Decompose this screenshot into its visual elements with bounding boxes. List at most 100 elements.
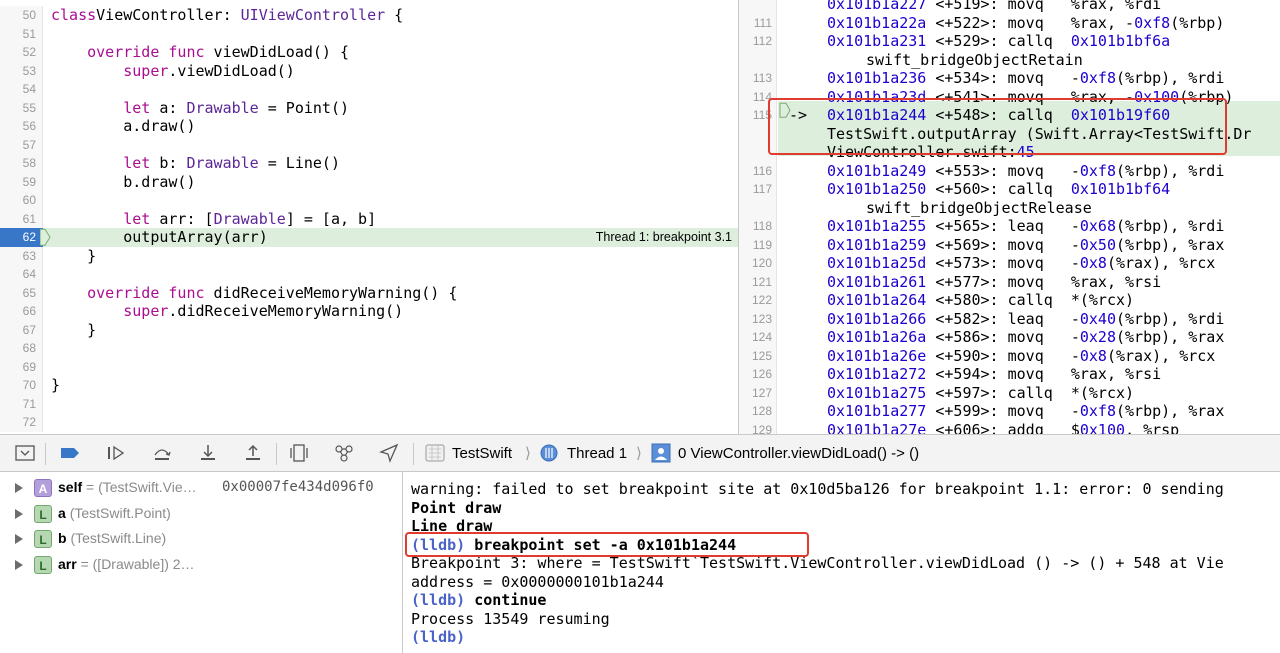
code-line[interactable]: 55 let a: Drawable = Point() [0, 98, 738, 117]
disassembly-line[interactable]: 112 0x101b1a231 <+529>: callq 0x101b1bf6a [739, 32, 1280, 51]
line-number[interactable]: 62 [0, 228, 43, 247]
breadcrumb-target[interactable]: TestSwift [452, 435, 512, 473]
line-number[interactable]: 64 [0, 265, 43, 284]
breadcrumb-frame[interactable]: 0 ViewController.viewDidLoad() -> () [678, 435, 919, 473]
line-number[interactable] [739, 50, 777, 69]
source-editor[interactable]: 50 classViewController: UIViewController … [0, 0, 738, 434]
view-debugger-icon[interactable] [288, 443, 310, 463]
line-number[interactable]: 71 [0, 394, 43, 413]
code-line[interactable]: 67 } [0, 320, 738, 339]
code-line[interactable]: 51 [0, 24, 738, 43]
line-number[interactable]: 111 [739, 13, 777, 32]
line-number[interactable]: 125 [739, 346, 777, 365]
disclosure-triangle-icon[interactable] [15, 483, 23, 493]
code-line[interactable]: 63 } [0, 246, 738, 265]
line-number[interactable]: 123 [739, 309, 777, 328]
disassembly-line[interactable]: 113 0x101b1a236 <+534>: movq -0xf8(%rbp),… [739, 69, 1280, 88]
hide-debug-area-icon[interactable] [14, 443, 36, 463]
disassembly-line[interactable]: 127 0x101b1a275 <+597>: callq *(%rcx) [739, 383, 1280, 402]
continue-icon[interactable] [105, 443, 127, 463]
breakpoint-icon[interactable] [40, 228, 52, 247]
location-icon[interactable] [378, 443, 400, 463]
line-number[interactable]: 116 [739, 161, 777, 180]
disassembly-view[interactable]: 0x101b1a227 <+519>: movq %rax, %rdi 111 0x… [739, 0, 1280, 434]
code-line[interactable]: 65 override func didReceiveMemoryWarning… [0, 283, 738, 302]
line-number[interactable]: 113 [739, 69, 777, 88]
console-output[interactable]: warning: failed to set breakpoint site a… [404, 472, 1280, 653]
disassembly-line[interactable]: 117 0x101b1a250 <+560>: callq 0x101b1bf64 [739, 180, 1280, 199]
step-into-icon[interactable] [197, 443, 219, 463]
line-number[interactable]: 126 [739, 365, 777, 384]
line-number[interactable]: 122 [739, 291, 777, 310]
disassembly-line[interactable]: 120 0x101b1a25d <+573>: movq -0x8(%rax), … [739, 254, 1280, 273]
disassembly-line[interactable]: 116 0x101b1a249 <+553>: movq -0xf8(%rbp),… [739, 161, 1280, 180]
code-line[interactable]: 50 classViewController: UIViewController … [0, 6, 738, 25]
disassembly-line[interactable]: 118 0x101b1a255 <+565>: leaq -0x68(%rbp),… [739, 217, 1280, 236]
line-number[interactable]: 66 [0, 302, 43, 321]
line-number[interactable]: 67 [0, 320, 43, 339]
variables-view[interactable]: Aself = (TestSwift.Vie… 0x00007fe434d096f… [0, 472, 403, 653]
line-number[interactable]: 70 [0, 376, 43, 395]
code-line[interactable]: 70} [0, 376, 738, 395]
step-over-icon[interactable] [151, 443, 173, 463]
disassembly-line[interactable]: 123 0x101b1a266 <+582>: leaq -0x40(%rbp),… [739, 309, 1280, 328]
line-number[interactable]: 124 [739, 328, 777, 347]
code-line[interactable]: 68 [0, 339, 738, 358]
disassembly-line[interactable]: 129 0x101b1a27e <+606>: addq $0x100, %rsp [739, 420, 1280, 434]
line-number[interactable]: 54 [0, 80, 43, 99]
disassembly-line[interactable]: 122 0x101b1a264 <+580>: callq *(%rcx) [739, 291, 1280, 310]
line-number[interactable]: 51 [0, 24, 43, 43]
code-line[interactable]: 69 [0, 357, 738, 376]
code-line[interactable]: 62 outputArray(arr) Thread 1: breakpoint … [0, 228, 738, 247]
code-line[interactable]: 72 [0, 413, 738, 432]
disassembly-line[interactable]: swift_bridgeObjectRetain [739, 50, 1280, 69]
code-line[interactable]: 64 [0, 265, 738, 284]
line-number[interactable]: 72 [0, 413, 43, 432]
code-line[interactable]: 57 [0, 135, 738, 154]
line-number[interactable]: 119 [739, 235, 777, 254]
code-line[interactable]: 54 [0, 80, 738, 99]
line-number[interactable]: 68 [0, 339, 43, 358]
disclosure-triangle-icon[interactable] [15, 508, 23, 519]
disclosure-triangle-icon[interactable] [15, 534, 23, 544]
breakpoints-toggle-icon[interactable] [59, 443, 81, 463]
line-number[interactable]: 121 [739, 272, 777, 291]
line-number[interactable]: 128 [739, 402, 777, 421]
line-number[interactable]: 118 [739, 217, 777, 236]
line-number[interactable]: 127 [739, 383, 777, 402]
line-number[interactable]: 120 [739, 254, 777, 273]
disassembly-line[interactable]: 126 0x101b1a272 <+594>: movq %rax, %rsi [739, 365, 1280, 384]
disassembly-line[interactable]: 121 0x101b1a261 <+577>: movq %rax, %rsi [739, 272, 1280, 291]
line-number[interactable] [739, 0, 777, 14]
line-number[interactable]: 65 [0, 283, 43, 302]
disassembly-line[interactable]: 111 0x101b1a22a <+522>: movq %rax, -0xf8(… [739, 13, 1280, 32]
line-number[interactable]: 129 [739, 420, 777, 434]
line-number[interactable]: 59 [0, 172, 43, 191]
disassembly-line[interactable]: 128 0x101b1a277 <+599>: movq -0xf8(%rbp),… [739, 402, 1280, 421]
line-number[interactable]: 63 [0, 246, 43, 265]
code-line[interactable]: 71 [0, 394, 738, 413]
disassembly-line[interactable]: 124 0x101b1a26a <+586>: movq -0x28(%rbp),… [739, 328, 1280, 347]
line-number[interactable]: 50 [0, 6, 43, 25]
variable-row[interactable]: Aself = (TestSwift.Vie… 0x00007fe434d096f… [0, 475, 403, 500]
memory-graph-icon[interactable] [333, 443, 355, 463]
line-number[interactable]: 56 [0, 117, 43, 136]
breadcrumb-thread[interactable]: Thread 1 [567, 435, 627, 473]
code-line[interactable]: 52 override func viewDidLoad() { [0, 43, 738, 62]
line-number[interactable]: 55 [0, 98, 43, 117]
code-line[interactable]: 60 [0, 191, 738, 210]
disassembly-line[interactable]: 125 0x101b1a26e <+590>: movq -0x8(%rax), … [739, 346, 1280, 365]
disassembly-line[interactable]: swift_bridgeObjectRelease [739, 198, 1280, 217]
code-line[interactable]: 56 a.draw() [0, 117, 738, 136]
line-number[interactable] [739, 198, 777, 217]
line-number[interactable]: 117 [739, 180, 777, 199]
variable-row[interactable]: Lb (TestSwift.Line) [0, 526, 403, 551]
line-number[interactable]: 69 [0, 357, 43, 376]
code-line[interactable]: 61 let arr: [Drawable] = [a, b] [0, 209, 738, 228]
step-out-icon[interactable] [242, 443, 264, 463]
code-line[interactable]: 66 super.didReceiveMemoryWarning() [0, 302, 738, 321]
line-number[interactable]: 52 [0, 43, 43, 62]
variable-row[interactable]: La (TestSwift.Point) [0, 501, 403, 526]
disassembly-line[interactable]: 119 0x101b1a259 <+569>: movq -0x50(%rbp),… [739, 235, 1280, 254]
code-line[interactable]: 58 let b: Drawable = Line() [0, 154, 738, 173]
